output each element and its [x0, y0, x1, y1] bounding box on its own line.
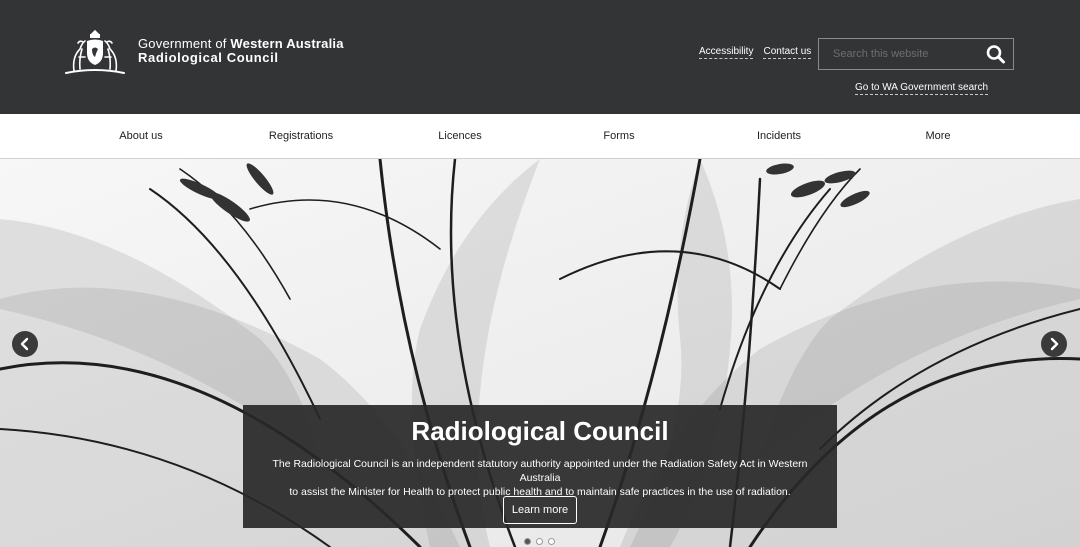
utility-links: Accessibility Contact us — [699, 46, 812, 59]
carousel-indicators — [524, 538, 555, 545]
carousel-next-button[interactable] — [1041, 331, 1067, 357]
carousel-dot-1[interactable] — [524, 538, 531, 545]
coat-of-arms-logo[interactable] — [62, 27, 128, 77]
org-government-line: Government of Western Australia — [138, 37, 344, 51]
org-prefix: Government of — [138, 36, 231, 51]
contact-us-link[interactable]: Contact us — [763, 46, 812, 59]
hero-carousel: Radiological Council The Radiological Co… — [0, 159, 1080, 547]
search-input[interactable] — [819, 39, 979, 69]
search-icon — [986, 45, 1005, 64]
nav-item-about-us[interactable]: About us — [119, 114, 162, 158]
org-council-name: Radiological Council — [138, 50, 279, 65]
org-name-block[interactable]: Government of Western Australia Radiolog… — [138, 37, 344, 65]
search-box — [818, 38, 1014, 70]
org-state: Western Australia — [230, 36, 344, 51]
carousel-prev-button[interactable] — [12, 331, 38, 357]
hero-description-line-1: The Radiological Council is an independe… — [272, 458, 808, 484]
hero-description: The Radiological Council is an independe… — [253, 457, 827, 499]
chevron-left-icon — [20, 337, 29, 351]
search-button[interactable] — [985, 44, 1007, 64]
chevron-right-icon — [1050, 337, 1059, 351]
nav-item-incidents[interactable]: Incidents — [757, 114, 801, 158]
hero-title: Radiological Council — [411, 416, 669, 446]
nav-item-registrations[interactable]: Registrations — [269, 114, 333, 158]
hero-caption-panel: Radiological Council The Radiological Co… — [243, 405, 837, 528]
main-navigation: About us Registrations Licences Forms In… — [0, 114, 1080, 159]
learn-more-button[interactable]: Learn more — [503, 496, 577, 524]
wa-government-search-link[interactable]: Go to WA Government search — [855, 82, 989, 95]
accessibility-link[interactable]: Accessibility — [699, 46, 754, 59]
carousel-dot-2[interactable] — [536, 538, 543, 545]
site-header: Government of Western Australia Radiolog… — [0, 0, 1080, 114]
nav-item-more[interactable]: More — [925, 114, 950, 158]
carousel-dot-3[interactable] — [548, 538, 555, 545]
nav-item-forms[interactable]: Forms — [603, 114, 634, 158]
nav-item-licences[interactable]: Licences — [438, 114, 481, 158]
